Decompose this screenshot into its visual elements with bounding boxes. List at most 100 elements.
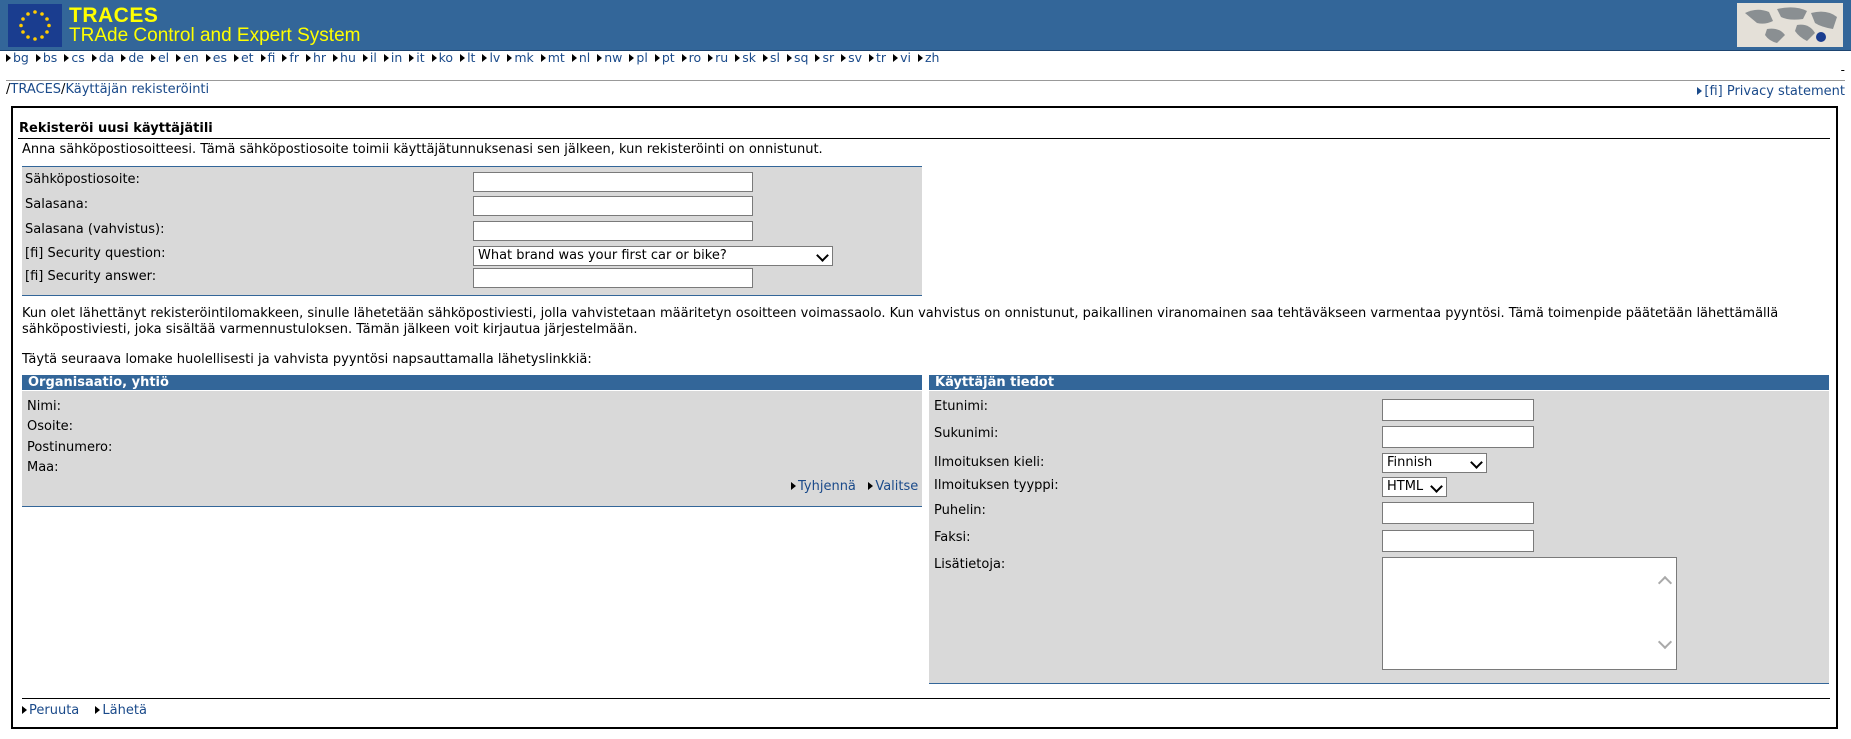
- language-link-bs[interactable]: bs: [35, 50, 58, 65]
- arrow-right-icon: [6, 54, 11, 62]
- language-code: nw: [604, 50, 623, 65]
- password-confirm-label: Salasana (vahvistus):: [25, 222, 165, 237]
- language-link-sk[interactable]: sk: [735, 50, 756, 65]
- language-link-sr[interactable]: sr: [815, 50, 834, 65]
- language-link-hu[interactable]: hu: [333, 50, 356, 65]
- cancel-link-label: Peruuta: [29, 703, 80, 718]
- breadcrumb-traces-link[interactable]: TRACES: [10, 82, 61, 97]
- language-code: es: [212, 50, 227, 65]
- language-code: bg: [13, 50, 29, 65]
- language-link-sq[interactable]: sq: [787, 50, 808, 65]
- language-link-ru[interactable]: ru: [708, 50, 728, 65]
- language-code: sr: [822, 50, 835, 65]
- privacy-statement-label: [fi] Privacy statement: [1704, 84, 1845, 99]
- notification-type-value: HTML: [1387, 479, 1424, 494]
- scroll-up-icon[interactable]: [1657, 575, 1673, 591]
- select-link[interactable]: Valitse: [868, 479, 918, 494]
- language-link-vi[interactable]: vi: [893, 50, 911, 65]
- arrow-right-icon: [841, 54, 847, 62]
- language-link-ro[interactable]: ro: [681, 50, 701, 65]
- submit-link[interactable]: Lähetä: [95, 703, 147, 718]
- notes-textarea[interactable]: [1382, 557, 1677, 670]
- language-code: zh: [924, 50, 940, 65]
- language-link-cs[interactable]: cs: [64, 50, 85, 65]
- language-link-tr[interactable]: tr: [869, 50, 886, 65]
- language-link-in[interactable]: in: [383, 50, 403, 65]
- language-link-bg[interactable]: bg: [6, 50, 29, 65]
- language-code: bs: [42, 50, 58, 65]
- language-link-sl[interactable]: sl: [763, 50, 780, 65]
- org-name-label: Nimi:: [27, 399, 61, 414]
- cancel-link[interactable]: Peruuta: [22, 703, 79, 718]
- arrow-right-icon: [507, 54, 513, 62]
- arrow-right-icon: [815, 54, 821, 62]
- language-code: lv: [489, 50, 501, 65]
- language-link-es[interactable]: es: [205, 50, 227, 65]
- eu-flag-icon: [8, 4, 62, 47]
- notification-type-select[interactable]: HTML: [1382, 477, 1447, 497]
- language-link-lt[interactable]: lt: [460, 50, 475, 65]
- arrow-right-icon: [597, 54, 603, 62]
- arrow-right-icon: [482, 54, 488, 62]
- world-map-logo-icon: [1737, 3, 1843, 47]
- password-field[interactable]: [473, 196, 753, 216]
- firstname-field[interactable]: [1382, 399, 1534, 421]
- org-postcode-label: Postinumero:: [27, 440, 113, 455]
- email-field[interactable]: [473, 172, 753, 192]
- security-answer-field[interactable]: [473, 268, 753, 288]
- notification-language-select[interactable]: Finnish: [1382, 453, 1487, 473]
- password-label: Salasana:: [25, 197, 89, 212]
- language-code: hu: [340, 50, 356, 65]
- arrow-right-icon: [868, 482, 874, 490]
- language-code: sq: [794, 50, 809, 65]
- language-link-nw[interactable]: nw: [597, 50, 622, 65]
- language-code: de: [128, 50, 144, 65]
- language-link-en[interactable]: en: [176, 50, 199, 65]
- arrow-right-icon: [917, 54, 923, 62]
- language-link-it[interactable]: it: [409, 50, 425, 65]
- language-code: cs: [71, 50, 85, 65]
- language-link-ko[interactable]: ko: [431, 50, 453, 65]
- arrow-right-icon: [260, 54, 266, 62]
- password-confirm-field[interactable]: [473, 221, 753, 241]
- arrow-right-icon: [205, 54, 211, 62]
- phone-field[interactable]: [1382, 502, 1534, 524]
- language-link-sv[interactable]: sv: [841, 50, 862, 65]
- language-link-mk[interactable]: mk: [507, 50, 534, 65]
- arrow-right-icon: [869, 54, 875, 62]
- language-link-hr[interactable]: hr: [305, 50, 327, 65]
- language-link-il[interactable]: il: [362, 50, 377, 65]
- breadcrumb: /TRACES/Käyttäjän rekisteröinti: [6, 82, 209, 97]
- user-panel-title: Käyttäjän tiedot: [929, 375, 1829, 390]
- language-link-de[interactable]: de: [121, 50, 144, 65]
- submit-link-label: Lähetä: [102, 703, 147, 718]
- language-code: in: [390, 50, 403, 65]
- lastname-field[interactable]: [1382, 426, 1534, 448]
- chevron-down-icon: [1470, 456, 1483, 469]
- security-answer-label: [fi] Security answer:: [25, 269, 157, 284]
- language-link-zh[interactable]: zh: [917, 50, 940, 65]
- breadcrumb-current-link[interactable]: Käyttäjän rekisteröinti: [65, 82, 209, 97]
- language-code: sv: [848, 50, 863, 65]
- language-link-fr[interactable]: fr: [282, 50, 299, 65]
- language-code: vi: [900, 50, 911, 65]
- language-link-el[interactable]: el: [150, 50, 169, 65]
- language-link-lv[interactable]: lv: [482, 50, 500, 65]
- arrow-right-icon: [362, 54, 368, 62]
- arrow-right-icon: [431, 54, 437, 62]
- language-link-da[interactable]: da: [91, 50, 114, 65]
- language-link-nl[interactable]: nl: [571, 50, 591, 65]
- language-link-pl[interactable]: pl: [629, 50, 648, 65]
- language-code: hr: [312, 50, 327, 65]
- language-link-pt[interactable]: pt: [654, 50, 675, 65]
- privacy-statement-link[interactable]: [fi] Privacy statement: [1697, 84, 1845, 99]
- language-code: nl: [578, 50, 591, 65]
- divider: [6, 80, 1845, 81]
- scroll-down-icon[interactable]: [1657, 634, 1673, 650]
- language-link-et[interactable]: et: [233, 50, 254, 65]
- fax-field[interactable]: [1382, 530, 1534, 552]
- language-link-fi[interactable]: fi: [260, 50, 275, 65]
- security-question-select[interactable]: What brand was your first car or bike?: [473, 246, 833, 266]
- clear-link[interactable]: Tyhjennä: [791, 479, 856, 494]
- language-link-mt[interactable]: mt: [540, 50, 565, 65]
